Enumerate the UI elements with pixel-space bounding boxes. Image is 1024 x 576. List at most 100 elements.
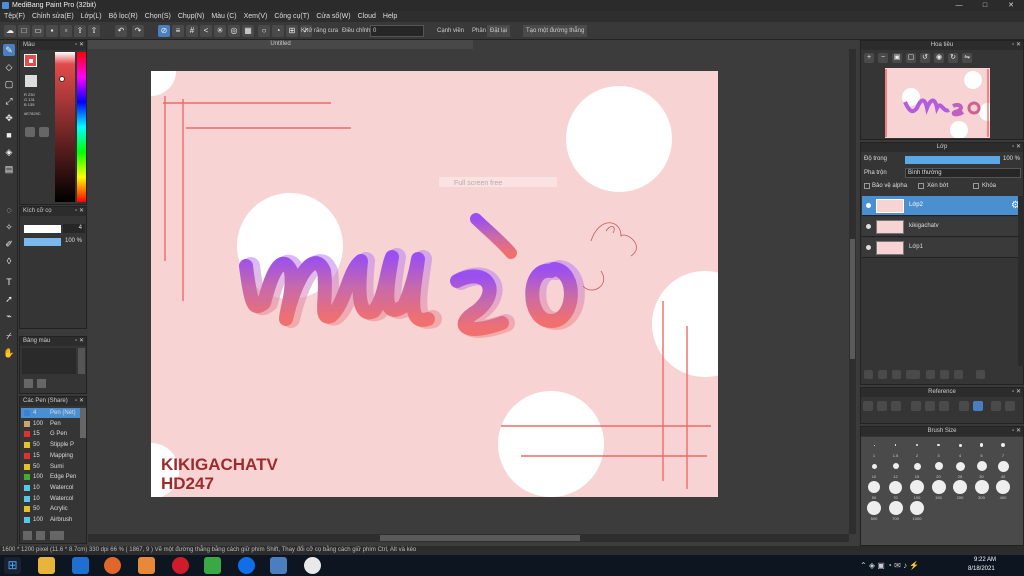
brush-list-item[interactable]: 50 Stipple P	[21, 440, 81, 450]
concentric-snap-icon[interactable]: ◎	[228, 25, 240, 37]
perspective-icon[interactable]: ⊞	[286, 25, 298, 37]
hand-tool-icon[interactable]: ✋	[3, 347, 15, 359]
blend-select[interactable]: Bình thường	[905, 168, 1021, 178]
visibility-eye-icon[interactable]	[866, 203, 871, 208]
edge-browser-icon[interactable]	[72, 557, 89, 574]
brush-size-preset[interactable]	[910, 501, 924, 515]
brush-size-preset[interactable]	[934, 462, 943, 470]
maximize-button[interactable]: □	[972, 0, 998, 11]
redo-icon[interactable]: ↷	[132, 25, 144, 37]
brush-size-preset[interactable]	[913, 462, 921, 470]
brush-list-item[interactable]: 50 Sumi	[21, 462, 81, 472]
text-tool-icon[interactable]: T	[3, 276, 15, 288]
panel-close-icon[interactable]: ▫ ✕	[75, 397, 84, 406]
close-button[interactable]: ✕	[998, 0, 1024, 11]
ref-flip-icon[interactable]	[1005, 401, 1015, 411]
panel-close-icon[interactable]: ▫ ✕	[1012, 388, 1021, 397]
delete-brush-icon[interactable]	[36, 531, 45, 540]
zoom-in-icon[interactable]: +	[864, 53, 874, 63]
brush-list-item[interactable]: 100 Airbrush	[21, 515, 81, 525]
fill-rect-tool-icon[interactable]: ■	[3, 129, 15, 141]
brush-size-preset[interactable]	[979, 443, 984, 447]
share-icon[interactable]: ⇧	[88, 25, 100, 37]
brush-tool-icon[interactable]: ✎	[3, 44, 15, 56]
lasso-tool-icon[interactable]: ◌	[3, 204, 15, 216]
visibility-eye-icon[interactable]	[866, 224, 871, 229]
radial-snap-icon[interactable]: ✳	[214, 25, 226, 37]
brush-size-value[interactable]: 4	[63, 224, 85, 233]
navigator-thumbnail[interactable]	[885, 68, 990, 138]
layer-opacity-slider[interactable]	[905, 156, 1000, 164]
save-as-icon[interactable]: ▫	[60, 25, 72, 37]
cloud-icon[interactable]: ☁	[4, 25, 16, 37]
parallel-snap-icon[interactable]: ≡	[172, 25, 184, 37]
brush-size-grid[interactable]: 1 1.5 2 3 4 5 7 10 12 15 20 25 30 40 50 70 100 150 200 300 4…	[861, 437, 1023, 545]
adjust-select[interactable]: 0	[370, 25, 424, 37]
color-saturation-picker[interactable]	[55, 52, 75, 202]
gradient-tool-icon[interactable]: ▤	[3, 163, 15, 175]
menu-filter[interactable]: Bộ lọc(R)	[109, 13, 138, 20]
eraser-tool-icon[interactable]: ◇	[3, 61, 15, 73]
menu-select[interactable]: Chọn(S)	[145, 13, 171, 20]
magic-wand-icon[interactable]: ✧	[3, 221, 15, 233]
brush-list-scrollbar[interactable]	[80, 408, 86, 438]
menu-view[interactable]: Xem(V)	[244, 13, 268, 20]
brush-size-preset[interactable]	[974, 480, 989, 494]
brush-list-item[interactable]: 10 Watercol	[21, 494, 81, 504]
select-eraser-icon[interactable]: ◊	[3, 255, 15, 267]
ref-eyedropper-icon[interactable]	[959, 401, 969, 411]
ref-zoom-in-icon[interactable]	[911, 401, 921, 411]
menu-edit[interactable]: Chỉnh sửa(E)	[32, 13, 74, 20]
transparent-swatch[interactable]	[25, 75, 37, 87]
bucket-tool-icon[interactable]: ◈	[3, 146, 15, 158]
menu-color[interactable]: Màu (C)	[211, 13, 236, 20]
add-brush-icon[interactable]	[23, 531, 32, 540]
clipping-checkbox[interactable]	[918, 183, 924, 189]
brush-size-preset[interactable]	[889, 480, 902, 494]
rotate-left-icon[interactable]: ↺	[920, 53, 930, 63]
ref-add-icon[interactable]	[863, 401, 873, 411]
opera-icon[interactable]	[172, 557, 189, 574]
brush-list-item[interactable]: 100 Edge Pen	[21, 472, 81, 482]
brush-size-preset[interactable]	[931, 480, 946, 494]
delete-color-icon[interactable]	[37, 379, 46, 388]
cross-snap-icon[interactable]: #	[186, 25, 198, 37]
brush-size-preset[interactable]	[888, 501, 903, 515]
brush-settings-icon[interactable]	[50, 531, 64, 540]
ref-rotate-icon[interactable]	[991, 401, 1001, 411]
menu-help[interactable]: Help	[383, 13, 397, 20]
fit-icon[interactable]: ▣	[892, 53, 902, 63]
brush-size-preset[interactable]	[958, 443, 962, 447]
brush-size-preset[interactable]	[955, 461, 965, 471]
brush-size-preset[interactable]	[1001, 443, 1005, 447]
merge-layer-icon[interactable]	[954, 370, 963, 379]
brush-size-preset[interactable]	[937, 443, 940, 447]
horizontal-scroll-thumb[interactable]	[380, 535, 580, 541]
color-wheel-icon[interactable]	[39, 127, 49, 137]
color-mode-icon[interactable]	[25, 127, 35, 137]
vertical-scroll-thumb[interactable]	[850, 239, 855, 359]
grid-snap-icon[interactable]: ▦	[242, 25, 254, 37]
artwork-canvas[interactable]: Full screen free KIKIGACHATV HD247	[151, 71, 718, 497]
layer-row-kikigachatv[interactable]: kikigachatv	[862, 217, 1023, 237]
menu-window[interactable]: Cửa sổ(W)	[316, 13, 350, 20]
palette-area[interactable]	[22, 348, 76, 374]
minimize-button[interactable]: —	[946, 0, 972, 11]
layer-row-lop1[interactable]: Lớp1	[862, 238, 1023, 258]
move-tool-icon[interactable]: ✥	[3, 112, 15, 124]
panel-close-icon[interactable]: ▫ ✕	[75, 41, 84, 50]
brush-size-preset[interactable]	[916, 444, 918, 446]
no-snap-icon[interactable]: ⊘	[158, 25, 170, 37]
clock-date[interactable]: 8/18/2021	[968, 566, 995, 572]
ref-open-icon[interactable]	[877, 401, 887, 411]
menu-capture[interactable]: Chụp(N)	[178, 13, 204, 20]
medibang-app-icon[interactable]	[204, 557, 221, 574]
panel-close-icon[interactable]: ▫ ✕	[75, 337, 84, 346]
menu-cloud[interactable]: Cloud	[358, 13, 376, 20]
clock-time[interactable]: 9:22 AM	[974, 557, 996, 563]
panel-close-icon[interactable]: ▫ ✕	[1012, 41, 1021, 50]
circle-snap-icon[interactable]: ○	[258, 25, 270, 37]
rotate-reset-icon[interactable]: ◉	[934, 53, 944, 63]
trash-icon[interactable]	[976, 370, 985, 379]
brush-list-item[interactable]: 50 Acrylic	[21, 504, 81, 514]
